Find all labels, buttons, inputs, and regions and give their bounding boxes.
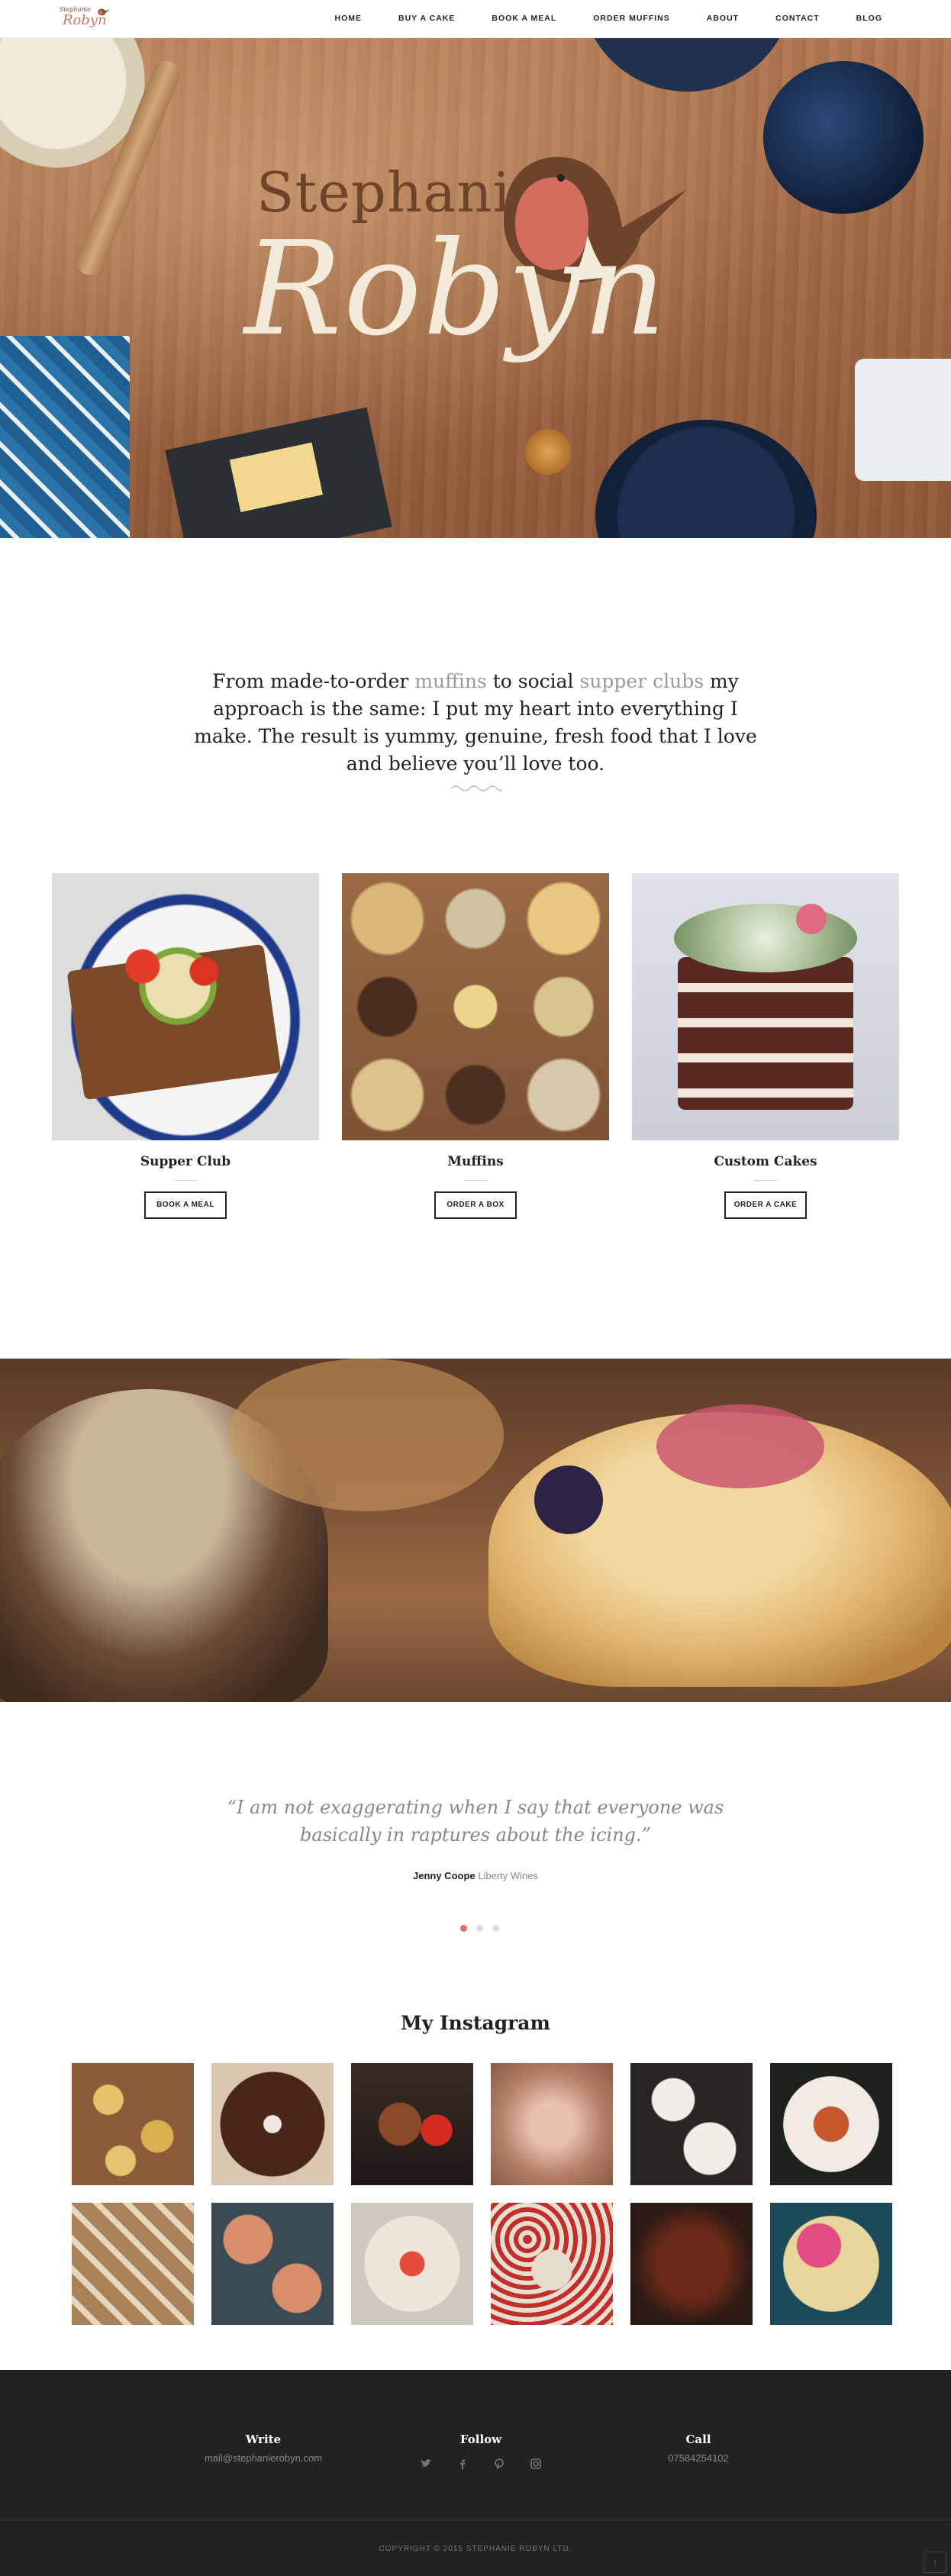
card-custom-cakes: Custom Cakes ORDER A CAKE xyxy=(632,873,899,1219)
supper-clubs-link[interactable]: supper clubs xyxy=(579,670,704,692)
testimonial-pagination xyxy=(460,1925,499,1932)
pinterest-icon[interactable] xyxy=(492,2457,506,2471)
card-muffins: Muffins ORDER A BOX xyxy=(342,873,609,1219)
order-a-cake-button[interactable]: ORDER A CAKE xyxy=(724,1191,807,1219)
hero-banner: Stephanie Robyn xyxy=(0,38,951,538)
footer-follow-label: Follow xyxy=(459,2433,502,2446)
nav-item-about[interactable]: ABOUT xyxy=(707,14,739,23)
testimonial-name: Jenny Coope xyxy=(413,1870,476,1881)
card-divider xyxy=(174,1180,197,1181)
site-logo[interactable]: Stephanie Robyn xyxy=(58,5,111,34)
nav-item-buy-a-cake[interactable]: BUY A CAKE xyxy=(398,14,455,23)
instagram-photo[interactable] xyxy=(630,2203,753,2325)
twitter-icon[interactable] xyxy=(419,2457,433,2471)
social-links xyxy=(385,2457,576,2471)
testimonial-quote: “I am not exaggerating when I say that e… xyxy=(227,1797,724,1846)
instagram-photo[interactable] xyxy=(770,2203,892,2325)
instagram-photo[interactable] xyxy=(72,2063,194,2185)
facebook-icon[interactable] xyxy=(456,2457,469,2471)
dark-plate-image xyxy=(595,420,817,538)
book-a-meal-button[interactable]: BOOK A MEAL xyxy=(144,1191,227,1219)
nav-item-blog[interactable]: BLOG xyxy=(856,14,882,23)
instagram-photo[interactable] xyxy=(72,2203,194,2325)
footer-follow: Follow xyxy=(385,2433,576,2471)
card-title-supper-club: Supper Club xyxy=(140,1154,231,1169)
main-menu: HOME BUY A CAKE BOOK A MEAL ORDER MUFFIN… xyxy=(298,14,883,23)
muffins-link[interactable]: muffins xyxy=(414,670,487,692)
card-supper-club: Supper Club BOOK A MEAL xyxy=(52,873,319,1219)
order-a-box-button[interactable]: ORDER A BOX xyxy=(434,1191,517,1219)
footer-call: Call 07584254102 xyxy=(603,2433,794,2464)
card-divider xyxy=(464,1180,487,1181)
slide-dot-3[interactable] xyxy=(492,1925,499,1932)
instagram-photo[interactable] xyxy=(491,2203,613,2325)
instagram-photo[interactable] xyxy=(351,2203,473,2325)
top-navigation: Stephanie Robyn HOME BUY A CAKE BOOK A M… xyxy=(0,0,951,38)
instagram-photo[interactable] xyxy=(351,2063,473,2185)
nav-item-contact[interactable]: CONTACT xyxy=(775,14,820,23)
nav-item-book-a-meal[interactable]: BOOK A MEAL xyxy=(492,14,556,23)
footer-write: Write mail@stephanierobyn.com xyxy=(168,2433,359,2464)
wave-divider-icon xyxy=(450,785,501,791)
intro-text-2: to social xyxy=(486,670,580,692)
robin-bird-icon xyxy=(98,8,110,16)
butter-dish-image xyxy=(855,359,951,481)
footer-write-label: Write xyxy=(245,2433,282,2446)
instagram-heading: My Instagram xyxy=(401,2012,550,2034)
instagram-photo[interactable] xyxy=(491,2063,613,2185)
footer-email-link[interactable]: mail@stephanierobyn.com xyxy=(168,2452,359,2464)
plate-top-image xyxy=(580,38,794,92)
nav-item-order-muffins[interactable]: ORDER MUFFINS xyxy=(593,14,670,23)
slide-dot-2[interactable] xyxy=(476,1925,483,1932)
card-divider xyxy=(754,1180,777,1181)
instagram-photo[interactable] xyxy=(211,2063,334,2185)
instagram-photo[interactable] xyxy=(211,2203,334,2325)
nav-item-home[interactable]: HOME xyxy=(335,14,363,23)
slide-dot-1[interactable] xyxy=(460,1925,467,1932)
jam-jar-image xyxy=(525,429,571,475)
cheese-board-image xyxy=(165,407,392,538)
teapot-image xyxy=(763,61,924,214)
intro-text-1: From made-to-order xyxy=(212,670,415,692)
instagram-photo[interactable] xyxy=(630,2063,753,2185)
instagram-icon[interactable] xyxy=(529,2457,543,2471)
intro-paragraph: From made-to-order muffins to social sup… xyxy=(183,668,768,778)
scroll-to-top-button[interactable]: ↑ xyxy=(924,2552,946,2573)
hero-title-second: Robyn xyxy=(244,214,668,365)
card-title-custom-cakes: Custom Cakes xyxy=(714,1154,817,1169)
muffins-image[interactable] xyxy=(342,873,609,1140)
muffins-closeup-image xyxy=(0,1359,951,1702)
copyright-text: COPYRIGHT © 2015 STEPHANIE ROBYN LTD. xyxy=(379,2545,572,2553)
card-title-muffins: Muffins xyxy=(447,1154,504,1169)
blue-cloth-image xyxy=(0,336,130,538)
supper-club-image[interactable] xyxy=(52,873,319,1140)
footer-call-label: Call xyxy=(685,2433,711,2446)
instagram-photo[interactable] xyxy=(770,2063,892,2185)
site-footer: Write mail@stephanierobyn.com Follow Cal… xyxy=(0,2370,951,2576)
testimonial-company: Liberty Wines xyxy=(478,1870,538,1881)
footer-phone-link[interactable]: 07584254102 xyxy=(603,2452,794,2464)
custom-cake-image[interactable] xyxy=(632,873,899,1140)
testimonial-author: Jenny Coope Liberty Wines xyxy=(0,1870,951,1881)
